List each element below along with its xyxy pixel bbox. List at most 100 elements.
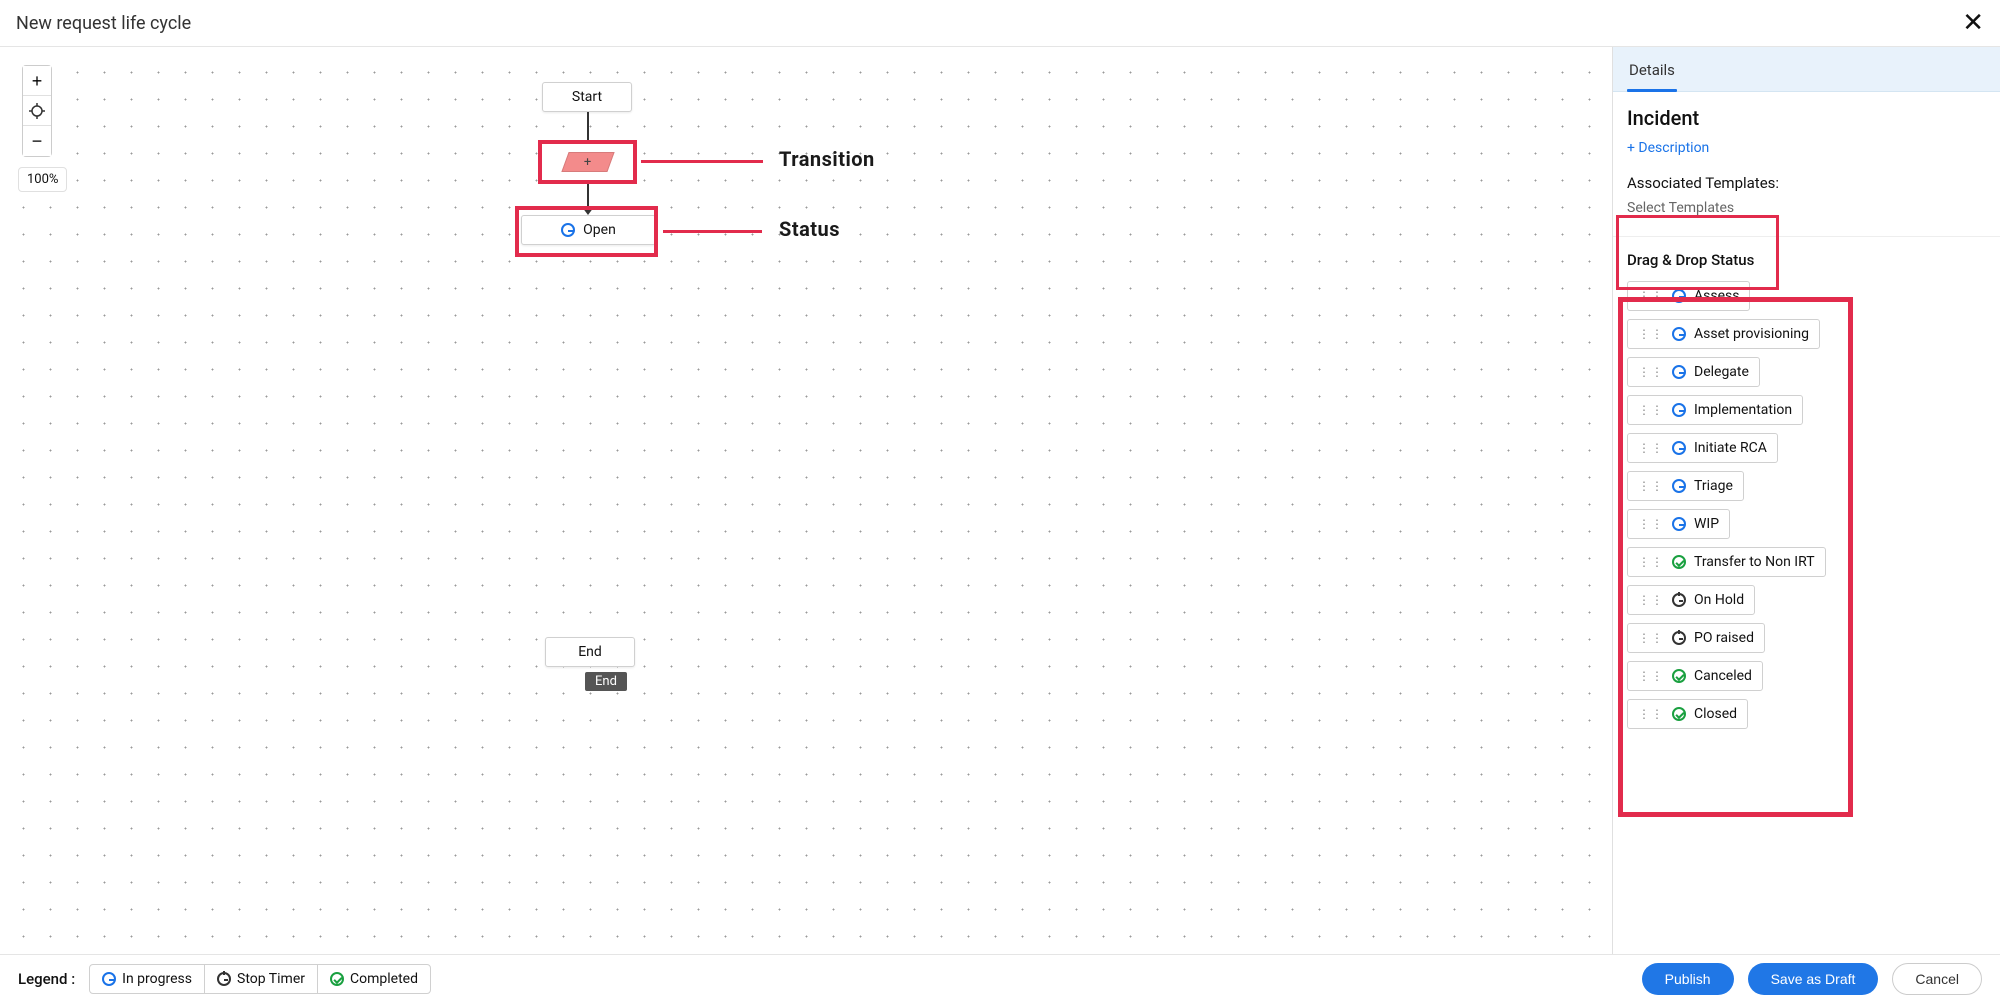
status-chip-label: On Hold — [1694, 592, 1744, 608]
start-node[interactable]: Start — [542, 82, 632, 112]
drag-handle-icon[interactable]: ⋮⋮ — [1638, 670, 1664, 682]
status-chip-label: Triage — [1694, 478, 1733, 494]
panel-body: Incident + Description Associated Templa… — [1613, 92, 2000, 749]
tabs-row: Details — [1613, 47, 2000, 92]
status-chip-label: Implementation — [1694, 402, 1792, 418]
status-highlight-box — [515, 206, 658, 257]
end-node[interactable]: End — [545, 637, 635, 667]
status-chip[interactable]: ⋮⋮ Closed — [1627, 699, 1748, 729]
status-chip-label: Closed — [1694, 706, 1737, 722]
legend-item: In progress — [90, 965, 205, 993]
status-chip[interactable]: ⋮⋮ WIP — [1627, 509, 1730, 539]
status-annotation: Status — [779, 217, 840, 241]
drag-handle-icon[interactable]: ⋮⋮ — [1638, 708, 1664, 720]
status-chip[interactable]: ⋮⋮ Delegate — [1627, 357, 1760, 387]
workspace: + − 100% Start + — [0, 47, 2000, 954]
status-chip-label: Asset provisioning — [1694, 326, 1809, 342]
drag-handle-icon[interactable]: ⋮⋮ — [1638, 518, 1664, 530]
status-palette-title: Drag & Drop Status — [1627, 251, 1986, 269]
status-chip[interactable]: ⋮⋮ PO raised — [1627, 623, 1765, 653]
flow-canvas[interactable]: + − 100% Start + — [0, 47, 1612, 954]
status-chip[interactable]: ⋮⋮ Triage — [1627, 471, 1744, 501]
legend-item-label: In progress — [122, 971, 192, 987]
details-panel: Details Incident + Description Associate… — [1612, 47, 2000, 954]
status-chip-label: Transfer to Non IRT — [1694, 554, 1815, 570]
drag-handle-icon[interactable]: ⋮⋮ — [1638, 404, 1664, 416]
status-chip[interactable]: ⋮⋮ Canceled — [1627, 661, 1763, 691]
stop-icon — [1672, 593, 1686, 607]
legend-item: Completed — [318, 965, 430, 993]
transition-highlight-box: + — [538, 140, 637, 184]
inprogress-icon — [102, 972, 116, 986]
status-chip-label: Initiate RCA — [1694, 440, 1767, 456]
drag-handle-icon[interactable]: ⋮⋮ — [1638, 480, 1664, 492]
add-description-link[interactable]: + Description — [1627, 140, 1709, 156]
inprogress-icon — [1672, 365, 1686, 379]
cancel-button[interactable]: Cancel — [1892, 963, 1982, 995]
inprogress-icon — [1672, 327, 1686, 341]
inprogress-icon — [1672, 289, 1686, 303]
publish-button[interactable]: Publish — [1642, 963, 1734, 995]
transition-annotation: Transition — [779, 147, 875, 171]
status-chip[interactable]: ⋮⋮ Initiate RCA — [1627, 433, 1778, 463]
drag-handle-icon[interactable]: ⋮⋮ — [1638, 328, 1664, 340]
drag-handle-icon[interactable]: ⋮⋮ — [1638, 594, 1664, 606]
legend-item: Stop Timer — [205, 965, 318, 993]
header-bar: New request life cycle ✕ — [0, 0, 2000, 47]
status-chip[interactable]: ⋮⋮ Implementation — [1627, 395, 1803, 425]
status-chip-label: Assess — [1694, 288, 1739, 304]
done-icon — [330, 972, 344, 986]
zoom-controls: + − — [22, 65, 52, 157]
done-icon — [1672, 669, 1686, 683]
status-palette: ⋮⋮Assess⋮⋮Asset provisioning⋮⋮Delegate⋮⋮… — [1627, 277, 1986, 749]
stop-icon — [217, 972, 231, 986]
status-chip[interactable]: ⋮⋮ On Hold — [1627, 585, 1755, 615]
zoom-in-button[interactable]: + — [23, 66, 51, 96]
legend-item-label: Completed — [350, 971, 418, 987]
inprogress-icon — [1672, 517, 1686, 531]
done-icon — [1672, 555, 1686, 569]
zoom-percent[interactable]: 100% — [18, 167, 67, 192]
status-chip[interactable]: ⋮⋮ Assess — [1627, 281, 1750, 311]
end-node-label: End — [578, 644, 602, 660]
zoom-out-button[interactable]: − — [23, 126, 51, 156]
status-chip-label: Canceled — [1694, 668, 1752, 684]
legend-label: Legend : — [18, 970, 75, 988]
inprogress-icon — [1672, 441, 1686, 455]
start-node-label: Start — [572, 89, 602, 105]
divider — [1613, 236, 2000, 237]
drag-handle-icon[interactable]: ⋮⋮ — [1638, 442, 1664, 454]
drag-handle-icon[interactable]: ⋮⋮ — [1638, 366, 1664, 378]
transition-node[interactable]: + — [561, 152, 614, 172]
drag-handle-icon[interactable]: ⋮⋮ — [1638, 556, 1664, 568]
inprogress-icon — [1672, 479, 1686, 493]
footer-bar: Legend : In progressStop TimerCompleted … — [0, 954, 2000, 1002]
lifecycle-type-title: Incident — [1627, 106, 1986, 130]
crosshair-icon — [29, 103, 45, 119]
status-chip-label: WIP — [1694, 516, 1719, 532]
zoom-reset-button[interactable] — [23, 96, 51, 126]
tab-details[interactable]: Details — [1627, 47, 1677, 91]
annotation-line — [663, 230, 762, 233]
legend-item-label: Stop Timer — [237, 971, 305, 987]
stop-icon — [1672, 631, 1686, 645]
close-icon[interactable]: ✕ — [1962, 10, 1984, 36]
status-chip-label: Delegate — [1694, 364, 1749, 380]
save-draft-button[interactable]: Save as Draft — [1748, 963, 1879, 995]
end-node-tooltip: End — [585, 672, 627, 691]
tab-label: Details — [1629, 61, 1675, 79]
connector-line — [587, 112, 589, 140]
associated-templates-label: Associated Templates: — [1627, 174, 1986, 192]
page-title: New request life cycle — [16, 13, 191, 34]
add-transition-icon: + — [584, 155, 591, 170]
inprogress-icon — [1672, 403, 1686, 417]
done-icon — [1672, 707, 1686, 721]
status-chip-label: PO raised — [1694, 630, 1754, 646]
drag-handle-icon[interactable]: ⋮⋮ — [1638, 632, 1664, 644]
legend-group: In progress Stop Timer Completed — [89, 964, 431, 994]
status-chip[interactable]: ⋮⋮ Asset provisioning — [1627, 319, 1820, 349]
status-chip[interactable]: ⋮⋮ Transfer to Non IRT — [1627, 547, 1826, 577]
select-templates-link[interactable]: Select Templates — [1627, 200, 1986, 216]
annotation-line — [641, 160, 763, 163]
drag-handle-icon[interactable]: ⋮⋮ — [1638, 290, 1664, 302]
